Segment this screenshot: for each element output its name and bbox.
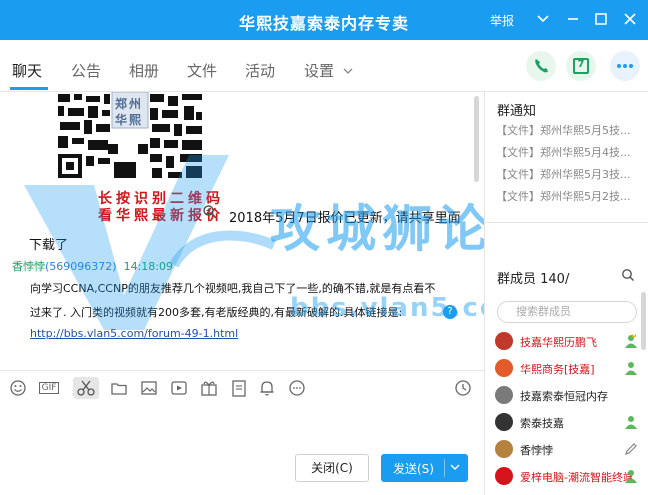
tab-files[interactable]: 文件 xyxy=(187,60,217,81)
more-tools-icon[interactable] xyxy=(286,377,308,399)
avatar xyxy=(495,386,513,404)
message-2-sender: 香悖悖(569096372) 14:18:09 xyxy=(12,258,173,274)
member-item[interactable]: 索泰技嘉 xyxy=(495,413,645,433)
message-2-line-2: 过来了. 入门类的视频就有200多套,有老版经典的,有最新破解的.具体链接是: xyxy=(30,306,403,319)
member-name: 技嘉索泰恒冠内存 xyxy=(520,390,608,403)
skin-icon[interactable] xyxy=(532,8,554,30)
history-icon[interactable] xyxy=(452,377,474,399)
avatar xyxy=(495,440,513,458)
chevron-down-icon[interactable] xyxy=(449,459,461,478)
zoom-icon[interactable] xyxy=(202,204,218,224)
more-button[interactable] xyxy=(610,51,640,81)
member-item[interactable]: 技嘉索泰恒冠内存 xyxy=(495,386,645,406)
search-icon[interactable] xyxy=(621,268,635,285)
qr-badge-line1: 郑州 xyxy=(115,97,144,111)
admin-badge-icon xyxy=(623,360,639,376)
send-button[interactable]: 发送(S) xyxy=(381,454,468,482)
send-button-label: 发送(S) xyxy=(393,462,434,476)
sender-qq[interactable]: (569096372) xyxy=(45,260,117,273)
member-name: 香悖悖 xyxy=(520,444,553,457)
calendar-day: 7 xyxy=(577,59,585,70)
group-side-panel: 群通知 【文件】郑州华熙5月5技... 【文件】郑州华熙5月4技... 【文件】… xyxy=(484,92,648,495)
message-1-line-1: 2018年5月7日报价已更新，请共享里面 xyxy=(229,211,461,226)
notice-item[interactable]: 【文件】郑州华熙5月3技... xyxy=(496,166,642,182)
folder-icon[interactable] xyxy=(108,377,130,399)
minimize-icon[interactable] xyxy=(562,8,584,30)
avatar xyxy=(495,467,513,485)
title-bar: 华熙技嘉索泰内存专卖 举报 xyxy=(0,0,648,40)
input-toolbar: GIF xyxy=(0,370,484,404)
image-icon[interactable] xyxy=(138,377,160,399)
chat-history[interactable]: 郑州 华熙 长按识别二维码 看华熙最新报价 2018年5月7日报价已更新，请共享… xyxy=(0,92,484,368)
tab-chat[interactable]: 聊天 xyxy=(12,60,42,81)
tab-settings-label: 设置 xyxy=(304,62,335,80)
member-item[interactable]: 爱梓电脑-潮流智能终端 xyxy=(495,467,645,487)
sender-name[interactable]: 香悖悖 xyxy=(12,260,45,273)
admin-badge-icon xyxy=(623,414,639,430)
avatar xyxy=(495,359,513,377)
more-icon xyxy=(610,64,640,84)
member-item[interactable]: 技嘉华熙历鹏飞 xyxy=(495,332,645,352)
owner-badge-icon xyxy=(623,333,639,349)
qr-code-image[interactable]: 郑州 华熙 长按识别二维码 看华熙最新报价 xyxy=(46,92,222,224)
notice-item[interactable]: 【文件】郑州华熙5月5技... xyxy=(496,122,642,138)
chat-scrollbar-thumb[interactable] xyxy=(474,96,479,182)
panel-divider xyxy=(485,222,648,223)
notice-item[interactable]: 【文件】郑州华熙5月2技... xyxy=(496,188,642,204)
report-link[interactable]: 举报 xyxy=(490,12,514,29)
avatar xyxy=(495,332,513,350)
close-icon[interactable] xyxy=(619,8,641,30)
maximize-icon[interactable] xyxy=(590,8,612,30)
message-2-link[interactable]: http://bbs.vlan5.com/forum-49-1.html xyxy=(30,327,238,340)
member-search-input[interactable]: 搜索群成员 xyxy=(497,301,637,323)
member-name: 华熙商务[技嘉] xyxy=(520,363,595,376)
tab-settings[interactable]: 设置 xyxy=(304,60,354,81)
edit-icon[interactable] xyxy=(623,441,639,457)
admin-badge-icon xyxy=(623,468,639,484)
active-tab-indicator xyxy=(10,87,48,90)
chevron-down-icon xyxy=(342,63,354,81)
member-name: 技嘉华熙历鹏飞 xyxy=(520,336,597,349)
gif-icon[interactable]: GIF xyxy=(38,377,60,399)
bell-icon[interactable] xyxy=(256,377,278,399)
gift-icon[interactable] xyxy=(198,377,220,399)
qr-badge-line2: 华熙 xyxy=(115,113,144,127)
tab-bar: 聊天 公告 相册 文件 活动 设置 7 xyxy=(0,40,648,92)
phone-button[interactable] xyxy=(526,51,556,81)
tab-notice[interactable]: 公告 xyxy=(71,60,101,81)
document-icon[interactable] xyxy=(228,377,250,399)
group-notice-title[interactable]: 群通知 xyxy=(497,100,536,119)
message-status-icon: ? xyxy=(443,305,457,319)
message-2-line-1: 向学习CCNA,CCNP的朋友推荐几个视频吧,我自己下了一些,的确不错,就是有点… xyxy=(30,282,436,295)
member-name: 爱梓电脑-潮流智能终端 xyxy=(520,471,632,484)
emoji-icon[interactable] xyxy=(7,377,29,399)
member-scrollbar[interactable] xyxy=(641,292,646,350)
tab-album[interactable]: 相册 xyxy=(129,60,159,81)
close-button[interactable]: 关闭(C) xyxy=(295,454,369,482)
chat-scrollbar[interactable] xyxy=(474,96,480,362)
message-time: 14:18:09 xyxy=(123,260,173,273)
message-1-line-2: 下载了 xyxy=(29,238,69,253)
member-item[interactable]: 华熙商务[技嘉] xyxy=(495,359,645,379)
tab-activity[interactable]: 活动 xyxy=(245,60,275,81)
member-name: 索泰技嘉 xyxy=(520,417,564,430)
video-icon[interactable] xyxy=(168,377,190,399)
send-button-divider xyxy=(444,459,445,477)
phone-icon xyxy=(526,59,556,84)
group-members-title: 群成员 140/ xyxy=(497,272,570,287)
scissors-icon[interactable] xyxy=(73,377,99,399)
avatar xyxy=(495,413,513,431)
calendar-button[interactable]: 7 xyxy=(566,51,596,81)
notice-item[interactable]: 【文件】郑州华熙5月4技... xyxy=(496,144,642,160)
member-item[interactable]: 香悖悖 xyxy=(495,440,645,460)
message-input[interactable] xyxy=(0,404,484,454)
